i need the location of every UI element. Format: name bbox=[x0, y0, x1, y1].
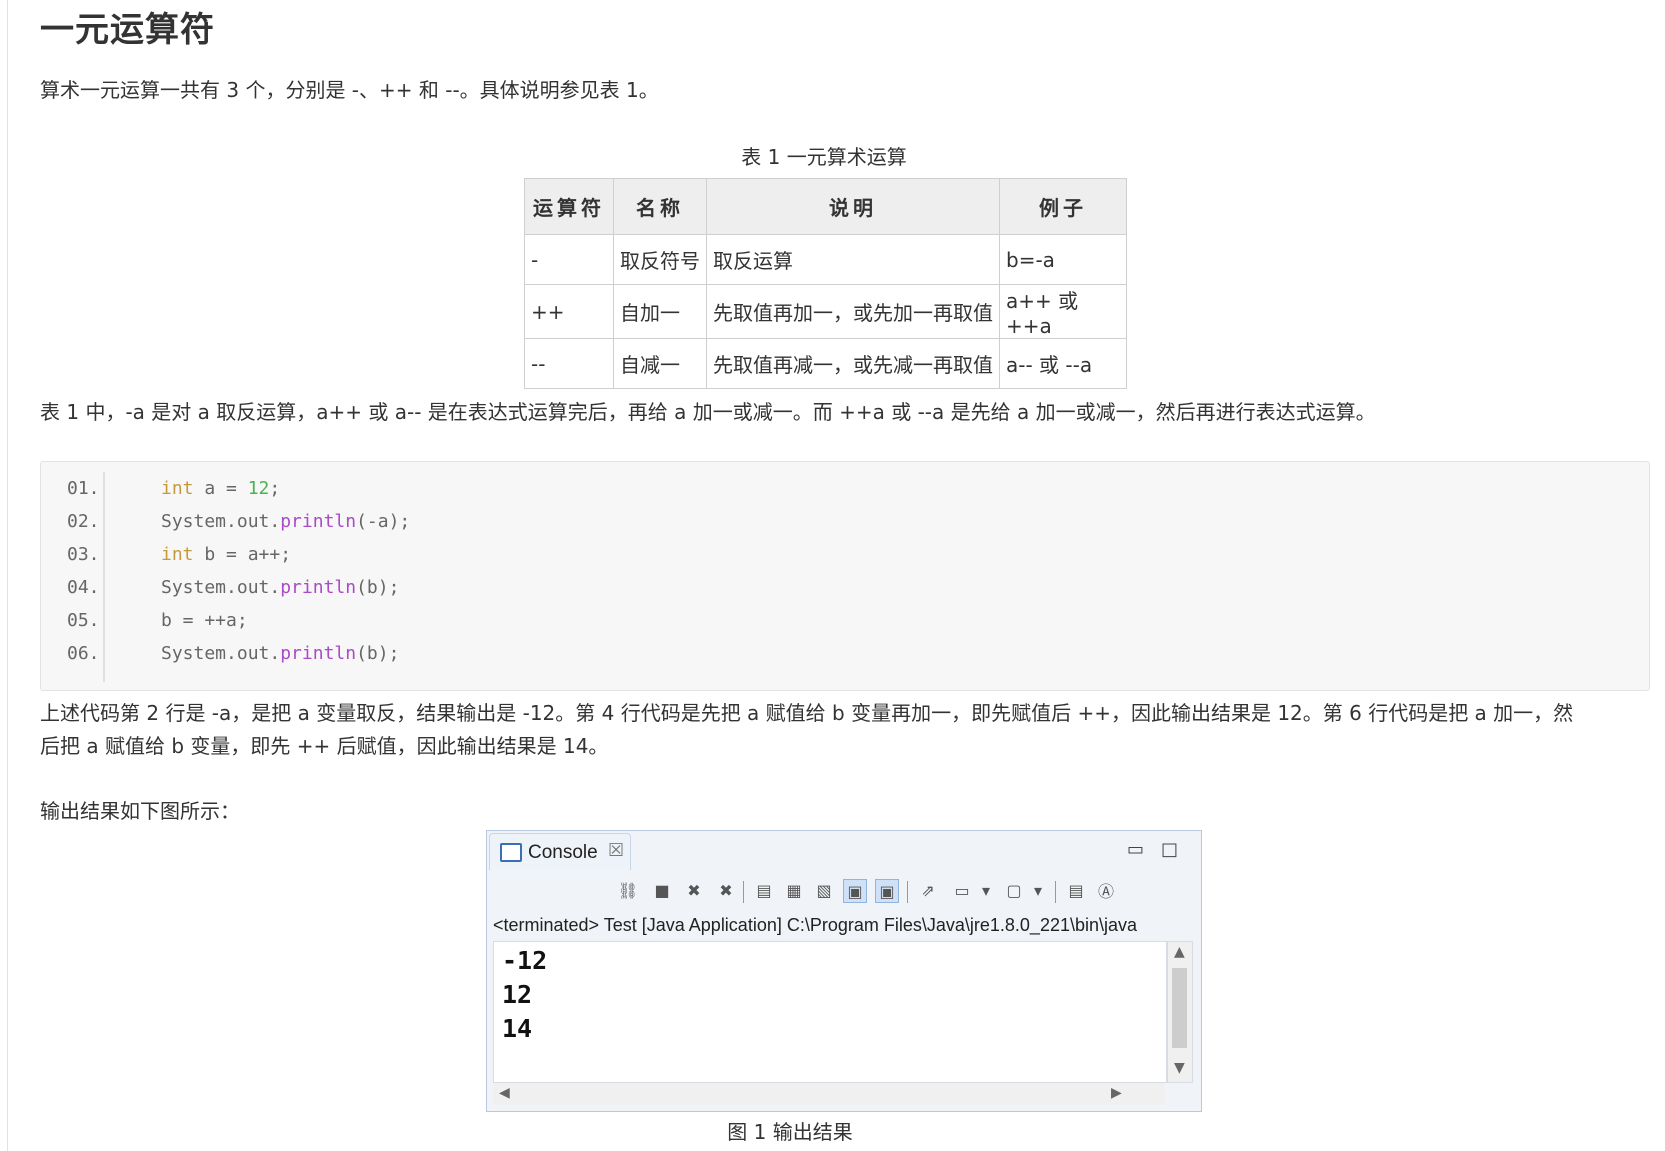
scroll-down-icon[interactable]: ▼ bbox=[1174, 1060, 1185, 1076]
result-paragraph-line1: 上述代码第 2 行是 -a，是把 a 变量取反，结果输出是 -12。第 4 行代… bbox=[40, 701, 1574, 725]
vertical-scrollbar[interactable]: ▲ ▼ bbox=[1167, 941, 1193, 1083]
scroll-lock-icon[interactable]: ▦ bbox=[783, 879, 805, 901]
explanation-paragraph: 表 1 中，-a 是对 a 取反运算，a++ 或 a-- 是在表达式运算完后，再… bbox=[40, 400, 1376, 424]
line-number: 06. bbox=[67, 643, 100, 664]
result-paragraph-line2: 后把 a 赋值给 b 变量，即先 ++ 后赋值，因此输出结果是 14。 bbox=[40, 734, 609, 758]
word-wrap-icon[interactable]: ▧ bbox=[813, 879, 835, 901]
toolbar-separator bbox=[743, 881, 744, 903]
code-line: 02. System.out.println(-a); bbox=[67, 505, 410, 538]
remove-launch-icon[interactable]: ✖ bbox=[683, 879, 705, 901]
code-text: System.out.println(b); bbox=[161, 643, 400, 664]
table-cell: 取反运算 bbox=[706, 234, 1000, 285]
line-number: 04. bbox=[67, 577, 100, 598]
table-header-row: 运算符 名称 说明 例子 bbox=[524, 178, 1127, 235]
remove-all-icon[interactable]: ✖ bbox=[715, 879, 737, 901]
display-console-icon[interactable]: ▭ bbox=[951, 879, 973, 901]
code-text: b = ++a; bbox=[161, 610, 248, 631]
chevron-down-icon[interactable]: ▾ bbox=[1027, 879, 1049, 901]
scroll-up-icon[interactable]: ▲ bbox=[1174, 944, 1185, 960]
console-icon bbox=[500, 843, 522, 862]
output-line: 12 bbox=[502, 980, 533, 1009]
table-cell: - bbox=[524, 234, 614, 285]
show-stderr-icon[interactable]: ▣ bbox=[875, 879, 899, 903]
show-stdout-icon[interactable]: ▣ bbox=[843, 879, 867, 903]
table-row: - 取反符号 取反运算 b=-a bbox=[524, 234, 1127, 285]
table-cell: a++ 或 ++a bbox=[999, 284, 1127, 339]
table-cell: ++ bbox=[524, 284, 614, 339]
code-text: int b = a++; bbox=[161, 544, 292, 565]
code-text: int a = 12; bbox=[161, 478, 281, 499]
scroll-left-icon[interactable]: ◀ bbox=[499, 1085, 510, 1101]
table-cell: 自减一 bbox=[613, 338, 707, 389]
col-header-example: 例子 bbox=[999, 178, 1127, 235]
console-tab[interactable]: Console ☒ bbox=[489, 833, 631, 870]
page-title: 一元运算符 bbox=[40, 10, 215, 50]
horizontal-scrollbar[interactable]: ◀ ▶ bbox=[493, 1083, 1165, 1105]
code-block[interactable]: 01. int a = 12; 02. System.out.println(-… bbox=[40, 461, 1650, 691]
table-cell: 先取值再减一，或先减一再取值 bbox=[706, 338, 1000, 389]
properties-icon[interactable]: ▤ bbox=[1065, 879, 1087, 901]
toolbar-separator bbox=[907, 881, 908, 903]
maximize-icon[interactable]: □ bbox=[1161, 839, 1178, 860]
table-cell: b=-a bbox=[999, 234, 1127, 285]
chevron-down-icon[interactable]: ▾ bbox=[975, 879, 997, 901]
pin-console-icon[interactable]: ⇗ bbox=[917, 879, 939, 901]
table-row: -- 自减一 先取值再减一，或先减一再取值 a-- 或 --a bbox=[524, 338, 1127, 389]
scrollbar-thumb[interactable] bbox=[1172, 968, 1187, 1048]
output-line: -12 bbox=[502, 946, 548, 975]
figure-caption: 图 1 输出结果 bbox=[727, 1120, 853, 1144]
close-icon[interactable]: ☒ bbox=[608, 840, 624, 861]
scroll-right-icon[interactable]: ▶ bbox=[1111, 1085, 1122, 1101]
left-border-rule bbox=[7, 0, 8, 1151]
table-cell: -- bbox=[524, 338, 614, 389]
code-line: 03. int b = a++; bbox=[67, 538, 291, 571]
code-line: 06. System.out.println(b); bbox=[67, 637, 399, 670]
code-line: 04. System.out.println(b); bbox=[67, 571, 399, 604]
code-text: System.out.println(-a); bbox=[161, 511, 411, 532]
code-line: 05. b = ++a; bbox=[67, 604, 248, 637]
line-number: 02. bbox=[67, 511, 100, 532]
console-output-area[interactable]: -12 12 14 bbox=[493, 941, 1167, 1083]
col-header-name: 名称 bbox=[613, 178, 707, 235]
minimize-icon[interactable]: ▭ bbox=[1127, 839, 1144, 860]
line-number: 03. bbox=[67, 544, 100, 565]
table-cell: 取反符号 bbox=[613, 234, 707, 285]
table-cell: 先取值再加一，或先加一再取值 bbox=[706, 284, 1000, 339]
console-tab-title: Console bbox=[528, 842, 598, 863]
col-header-operator: 运算符 bbox=[524, 178, 614, 235]
code-text: System.out.println(b); bbox=[161, 577, 400, 598]
operator-table: 运算符 名称 说明 例子 - 取反符号 取反运算 b=-a ++ 自加一 先取值… bbox=[524, 178, 1127, 389]
line-number: 05. bbox=[67, 610, 100, 631]
terminate-icon[interactable]: ■ bbox=[651, 879, 673, 901]
clear-console-icon[interactable]: ▤ bbox=[753, 879, 775, 901]
intro-paragraph: 算术一元运算一共有 3 个，分别是 -、++ 和 --。具体说明参见表 1。 bbox=[40, 78, 659, 102]
col-header-description: 说明 bbox=[706, 178, 1000, 235]
line-number: 01. bbox=[67, 478, 100, 499]
console-status-line: <terminated> Test [Java Application] C:\… bbox=[493, 915, 1138, 935]
output-line: 14 bbox=[502, 1014, 533, 1043]
output-intro-paragraph: 输出结果如下图所示： bbox=[40, 799, 240, 823]
table-caption: 表 1 一元算术运算 bbox=[741, 145, 907, 169]
table-cell: 自加一 bbox=[613, 284, 707, 339]
code-line: 01. int a = 12; bbox=[67, 472, 280, 505]
ant-icon[interactable]: Ⓐ bbox=[1095, 879, 1117, 901]
table-row: ++ 自加一 先取值再加一，或先加一再取值 a++ 或 ++a bbox=[524, 284, 1127, 339]
link-icon[interactable]: ⛓ bbox=[617, 879, 639, 901]
open-console-icon[interactable]: ▢ bbox=[1003, 879, 1025, 901]
table-cell: a-- 或 --a bbox=[999, 338, 1127, 389]
console-toolbar: ⛓ ■ ✖ ✖ ▤ ▦ ▧ ▣ ▣ ⇗ ▭ ▾ ▢ ▾ ▤ Ⓐ bbox=[617, 875, 1197, 907]
toolbar-separator bbox=[1055, 881, 1056, 903]
console-screenshot: Console ☒ ▭ □ ⛓ ■ ✖ ✖ ▤ ▦ ▧ ▣ ▣ ⇗ ▭ ▾ ▢ … bbox=[486, 830, 1202, 1112]
